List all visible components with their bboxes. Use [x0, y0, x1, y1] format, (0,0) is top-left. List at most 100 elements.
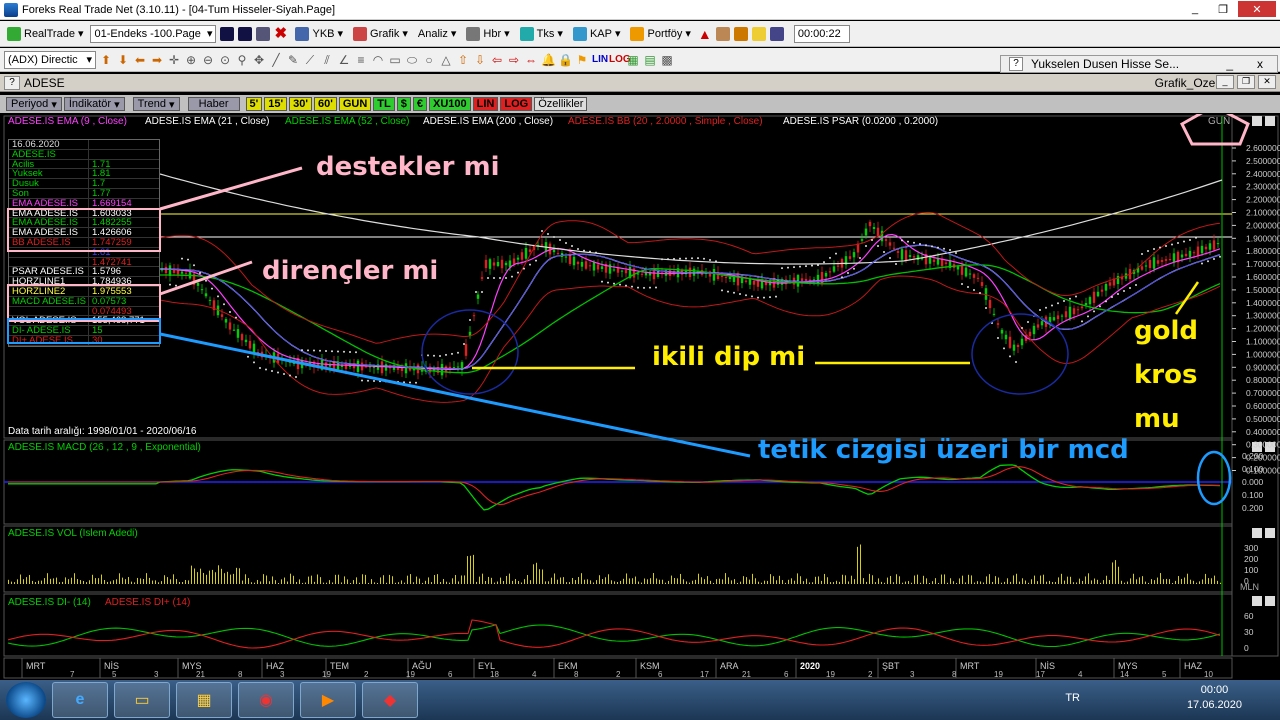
realtrade-menu[interactable]: RealTrade ▾ [4, 26, 86, 41]
period-60-button[interactable]: 60' [313, 97, 337, 111]
portfoy-menu[interactable]: Portföy ▾ [627, 26, 693, 41]
start-button[interactable] [6, 682, 46, 718]
zoom-icon[interactable]: ⊙ [218, 53, 232, 67]
volume-bar [1037, 581, 1038, 584]
pan-icon[interactable]: ✥ [252, 53, 266, 67]
haber-button[interactable]: Haber [187, 97, 240, 111]
mdi-restore[interactable]: ❐ [1237, 75, 1255, 89]
trendline-icon[interactable]: ╱ [269, 53, 283, 67]
bell-icon[interactable] [733, 26, 748, 41]
fibonacci-icon[interactable]: ≡ [354, 53, 368, 67]
panel-restore-icon[interactable] [1265, 528, 1275, 538]
flag-icon[interactable]: ⚑ [575, 53, 589, 67]
ray-icon[interactable]: ⟋ [303, 53, 317, 67]
panel-restore-icon[interactable] [1265, 596, 1275, 606]
currency-tl-button[interactable]: TL [373, 97, 395, 111]
periyod-button[interactable]: Periyod ▾ [6, 97, 62, 111]
period-5-button[interactable]: 5' [245, 97, 263, 111]
lock-icon[interactable]: 🔒 [558, 53, 573, 67]
grid-icon[interactable]: ▩ [660, 53, 674, 67]
candle-body [1084, 302, 1088, 306]
volume-bar [620, 580, 621, 584]
grafik-menu[interactable]: Grafik ▾ [350, 26, 411, 41]
right-arrow-icon[interactable]: ➡ [150, 53, 164, 67]
panel-close-icon[interactable] [1252, 116, 1262, 126]
chart-area[interactable]: ADESE.IS EMA (9 , Close) ADESE.IS EMA (2… [0, 114, 1280, 680]
currency-eur-button[interactable]: € [412, 97, 427, 111]
media-taskbar-icon[interactable]: ▦ [176, 682, 232, 718]
trend-button[interactable]: Trend ▾ [132, 97, 180, 111]
alert-icon[interactable]: ▲ [698, 27, 712, 41]
currency-usd-button[interactable]: $ [396, 97, 411, 111]
mdi-minimize[interactable]: _ [1216, 75, 1234, 89]
close-button[interactable]: ✕ [1238, 1, 1276, 17]
mdi-help[interactable]: ? [4, 75, 20, 90]
player-taskbar-icon[interactable]: ▶ [300, 682, 356, 718]
language-indicator[interactable]: TR [1065, 692, 1080, 704]
ellipse-icon[interactable]: ⬭ [405, 53, 419, 67]
panel-close-icon[interactable] [1252, 528, 1262, 538]
excel-icon[interactable]: ▦ [626, 53, 640, 67]
up-arrow-icon[interactable]: ⬆ [99, 53, 113, 67]
arrow-up-marker-icon[interactable]: ⇧ [456, 53, 470, 67]
lin-scale-button[interactable]: LIN [472, 97, 499, 111]
subwindow-help[interactable]: ? [1009, 57, 1023, 71]
keyboard-icon[interactable] [769, 26, 784, 41]
foreks-taskbar-icon[interactable]: ◆ [362, 682, 418, 718]
subwindow-close[interactable]: x [1257, 57, 1263, 71]
log-icon[interactable]: LOG [609, 53, 631, 67]
search-icon[interactable]: ⚲ [235, 53, 249, 67]
panel-close-icon[interactable] [1252, 596, 1262, 606]
triangle-icon[interactable]: △ [439, 53, 453, 67]
angle-icon[interactable]: ∠ [337, 53, 351, 67]
arrow-right-marker-icon[interactable]: ⇨ [507, 53, 521, 67]
subwindow-minimize[interactable]: _ [1226, 57, 1233, 71]
kap-menu[interactable]: KAP ▾ [570, 26, 624, 41]
explorer-taskbar-icon[interactable]: ▭ [114, 682, 170, 718]
delete-icon[interactable]: ✖ [274, 26, 288, 41]
circle-icon[interactable]: ○ [422, 53, 436, 67]
maximize-button[interactable]: ❐ [1210, 1, 1236, 17]
indicator-select[interactable]: (ADX) Directic ▾ [4, 50, 96, 69]
down-arrow-icon[interactable]: ⬇ [116, 53, 130, 67]
save-icon[interactable] [220, 26, 235, 41]
arrow-down-marker-icon[interactable]: ⇩ [473, 53, 487, 67]
zoom-in-icon[interactable]: ⊕ [184, 53, 198, 67]
volume-bar [359, 582, 360, 584]
export-icon[interactable]: ▤ [643, 53, 657, 67]
bell-alert-icon[interactable]: 🔔 [541, 53, 556, 67]
panel-restore-icon[interactable] [1265, 116, 1275, 126]
xu100-button[interactable]: XU100 [429, 97, 471, 111]
chrome-taskbar-icon[interactable]: ◉ [238, 682, 294, 718]
parallel-icon[interactable]: ⫽ [320, 53, 334, 67]
double-arrow-icon[interactable]: ⇔ [524, 53, 538, 67]
tks-menu[interactable]: Tks ▾ [517, 26, 566, 41]
analiz-menu[interactable]: Analiz ▾ [415, 27, 460, 41]
tools-icon[interactable] [715, 26, 730, 41]
indikator-button[interactable]: İndikatör ▾ [63, 97, 125, 111]
ozellikler-button[interactable]: Özellikler [534, 97, 588, 111]
left-arrow-icon[interactable]: ⬅ [133, 53, 147, 67]
lin-icon[interactable]: LIN [592, 53, 608, 67]
zoom-out-icon[interactable]: ⊖ [201, 53, 215, 67]
arrow-left-marker-icon[interactable]: ⇦ [490, 53, 504, 67]
ykb-menu[interactable]: YKB ▾ [292, 26, 346, 41]
page-select[interactable]: 01-Endeks -100.Page ▾ [90, 24, 217, 43]
period-gun-button[interactable]: GUN [338, 97, 372, 111]
help-icon[interactable] [751, 26, 766, 41]
period-30-button[interactable]: 30' [289, 97, 312, 111]
log-scale-button[interactable]: LOG [500, 97, 533, 111]
save-as-icon[interactable] [238, 26, 253, 41]
mdi-close[interactable]: ✕ [1258, 75, 1276, 89]
system-clock[interactable]: 00:00 17.06.2020 [1187, 684, 1242, 711]
period-15-button[interactable]: 15' [264, 97, 288, 111]
pencil-icon[interactable]: ✎ [286, 53, 300, 67]
volume-bar [1046, 581, 1047, 584]
rectangle-icon[interactable]: ▭ [388, 53, 402, 67]
crosshair-icon[interactable]: ✛ [167, 53, 181, 67]
open-icon[interactable] [256, 26, 271, 41]
ie-taskbar-icon[interactable]: e [52, 682, 108, 718]
arc-icon[interactable]: ◠ [371, 53, 385, 67]
hbr-menu[interactable]: Hbr ▾ [463, 26, 512, 41]
minimize-button[interactable]: _ [1182, 1, 1208, 17]
